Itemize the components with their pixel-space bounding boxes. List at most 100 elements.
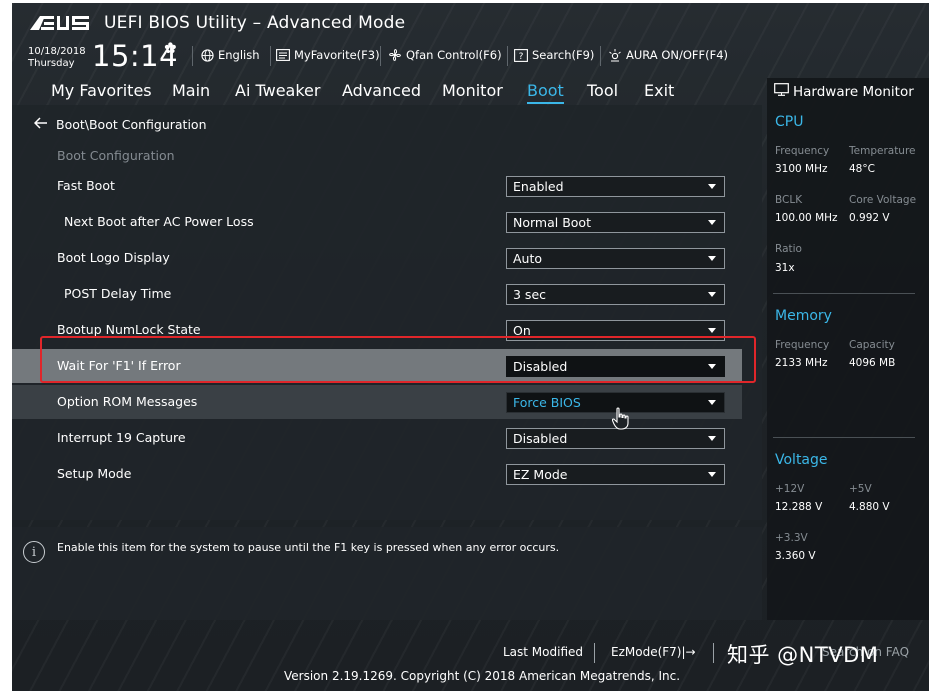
chevron-down-icon bbox=[708, 436, 716, 441]
header-divider bbox=[600, 46, 601, 66]
globe-icon bbox=[200, 48, 214, 62]
setting-row-setup-mode[interactable]: Setup Mode EZ Mode bbox=[12, 457, 742, 491]
highlight-annotation-box bbox=[40, 336, 756, 383]
setup-mode-dropdown[interactable]: EZ Mode bbox=[506, 464, 725, 485]
setting-label: Interrupt 19 Capture bbox=[57, 430, 186, 445]
version-text: Version 2.19.1269. Copyright (C) 2018 Am… bbox=[284, 669, 681, 683]
asus-logo bbox=[30, 16, 89, 30]
language-label: English bbox=[218, 48, 260, 62]
dropdown-value: EZ Mode bbox=[513, 467, 568, 482]
memory-frequency-value: 2133 MHz bbox=[775, 357, 828, 369]
header-divider bbox=[507, 46, 508, 66]
day-text: Thursday bbox=[28, 58, 75, 69]
chevron-down-icon bbox=[708, 400, 716, 405]
post-delay-time-dropdown[interactable]: 3 sec bbox=[506, 284, 725, 305]
setting-label: Option ROM Messages bbox=[57, 394, 198, 409]
v33-value: 3.360 V bbox=[775, 550, 816, 562]
dropdown-value: Force BIOS bbox=[513, 395, 581, 410]
setting-row-next-boot-ac-loss[interactable]: Next Boot after AC Power Loss Normal Boo… bbox=[12, 205, 742, 239]
chevron-down-icon bbox=[708, 472, 716, 477]
bios-window: UEFI BIOS Utility – Advanced Mode 10/18/… bbox=[12, 3, 929, 691]
setting-label: Next Boot after AC Power Loss bbox=[64, 214, 254, 229]
search-label: Search(F9) bbox=[532, 48, 595, 62]
setting-row-post-delay-time[interactable]: POST Delay Time 3 sec bbox=[12, 277, 742, 311]
memory-section-title: Memory bbox=[775, 308, 832, 324]
myfavorite-label: MyFavorite(F3) bbox=[294, 48, 380, 62]
chevron-down-icon bbox=[708, 328, 716, 333]
aura-toggle-button[interactable]: AURA ON/OFF(F4) bbox=[608, 46, 728, 64]
hardware-monitor-label: Hardware Monitor bbox=[793, 83, 914, 100]
header-divider bbox=[270, 46, 271, 66]
cpu-frequency-value: 3100 MHz bbox=[775, 163, 828, 175]
search-button[interactable]: ? Search(F9) bbox=[514, 46, 594, 64]
monitor-icon bbox=[774, 83, 789, 100]
dropdown-value: 3 sec bbox=[513, 287, 547, 302]
header-divider bbox=[380, 46, 381, 66]
footer-divider bbox=[713, 643, 714, 663]
language-button[interactable]: English bbox=[200, 46, 260, 64]
breadcrumb: Boot\Boot Configuration bbox=[33, 117, 207, 132]
cpu-temperature-value: 48°C bbox=[849, 163, 875, 175]
v5-label: +5V bbox=[849, 483, 872, 495]
v12-label: +12V bbox=[775, 483, 805, 495]
hand-cursor-icon bbox=[612, 407, 629, 430]
date-display: 10/18/2018 Thursday bbox=[28, 46, 86, 70]
cpu-temperature-label: Temperature bbox=[849, 145, 916, 157]
chevron-down-icon bbox=[708, 256, 716, 261]
main-nav: My Favorites Main Ai Tweaker Advanced Mo… bbox=[12, 78, 762, 105]
back-arrow-icon[interactable] bbox=[33, 117, 48, 132]
ratio-value: 31x bbox=[775, 262, 795, 274]
cpu-frequency-label: Frequency bbox=[775, 145, 830, 157]
search-help-icon: ? bbox=[514, 48, 528, 62]
cpu-section-title: CPU bbox=[775, 114, 804, 130]
last-modified-button[interactable]: Last Modified bbox=[503, 645, 583, 659]
interrupt-19-capture-dropdown[interactable]: Disabled bbox=[506, 428, 725, 449]
tab-boot[interactable]: Boot bbox=[527, 81, 564, 104]
setting-row-boot-logo-display[interactable]: Boot Logo Display Auto bbox=[12, 241, 742, 275]
memory-capacity-label: Capacity bbox=[849, 339, 895, 351]
help-panel: i Enable this item for the system to pau… bbox=[12, 527, 762, 620]
section-label: Boot Configuration bbox=[57, 148, 175, 163]
boot-logo-display-dropdown[interactable]: Auto bbox=[506, 248, 725, 269]
dropdown-value: Auto bbox=[513, 251, 543, 266]
date-text: 10/18/2018 bbox=[28, 46, 86, 57]
setting-label: POST Delay Time bbox=[64, 286, 172, 301]
ezmode-button[interactable]: EzMode(F7)|→ bbox=[611, 645, 696, 659]
chevron-down-icon bbox=[708, 220, 716, 225]
fan-icon bbox=[388, 48, 402, 62]
qfan-control-button[interactable]: Qfan Control(F6) bbox=[388, 46, 502, 64]
tab-my-favorites[interactable]: My Favorites bbox=[51, 81, 152, 100]
myfavorite-button[interactable]: MyFavorite(F3) bbox=[276, 46, 380, 64]
setting-row-interrupt-19-capture[interactable]: Interrupt 19 Capture Disabled bbox=[12, 421, 742, 455]
tab-tool[interactable]: Tool bbox=[587, 81, 618, 100]
section-divider bbox=[773, 293, 915, 294]
breadcrumb-text: Boot\Boot Configuration bbox=[56, 117, 207, 132]
dropdown-value: Enabled bbox=[513, 179, 564, 194]
clock-settings-icon[interactable]: ✿ bbox=[164, 39, 177, 57]
aura-icon bbox=[608, 48, 622, 62]
fast-boot-dropdown[interactable]: Enabled bbox=[506, 176, 725, 197]
setting-label: Setup Mode bbox=[57, 466, 132, 481]
tab-main[interactable]: Main bbox=[172, 81, 210, 100]
dropdown-value: Normal Boot bbox=[513, 215, 591, 230]
info-icon: i bbox=[23, 541, 45, 563]
ratio-label: Ratio bbox=[775, 243, 802, 255]
tab-exit[interactable]: Exit bbox=[644, 81, 674, 100]
tab-ai-tweaker[interactable]: Ai Tweaker bbox=[235, 81, 320, 100]
setting-row-option-rom-messages[interactable]: Option ROM Messages Force BIOS bbox=[12, 385, 742, 419]
memory-frequency-label: Frequency bbox=[775, 339, 830, 351]
voltage-section-title: Voltage bbox=[775, 452, 828, 468]
v33-label: +3.3V bbox=[775, 532, 808, 544]
tab-advanced[interactable]: Advanced bbox=[342, 81, 421, 100]
tab-monitor[interactable]: Monitor bbox=[442, 81, 503, 100]
chevron-down-icon bbox=[708, 184, 716, 189]
hardware-monitor-panel: Hardware Monitor CPU Frequency Temperatu… bbox=[767, 78, 929, 620]
setting-row-fast-boot[interactable]: Fast Boot Enabled bbox=[12, 169, 742, 203]
v5-value: 4.880 V bbox=[849, 501, 890, 513]
next-boot-ac-loss-dropdown[interactable]: Normal Boot bbox=[506, 212, 725, 233]
help-text: Enable this item for the system to pause… bbox=[57, 541, 560, 554]
chevron-down-icon bbox=[708, 292, 716, 297]
memory-capacity-value: 4096 MB bbox=[849, 357, 896, 369]
footer-divider bbox=[594, 643, 595, 663]
qfan-control-label: Qfan Control(F6) bbox=[406, 48, 502, 62]
